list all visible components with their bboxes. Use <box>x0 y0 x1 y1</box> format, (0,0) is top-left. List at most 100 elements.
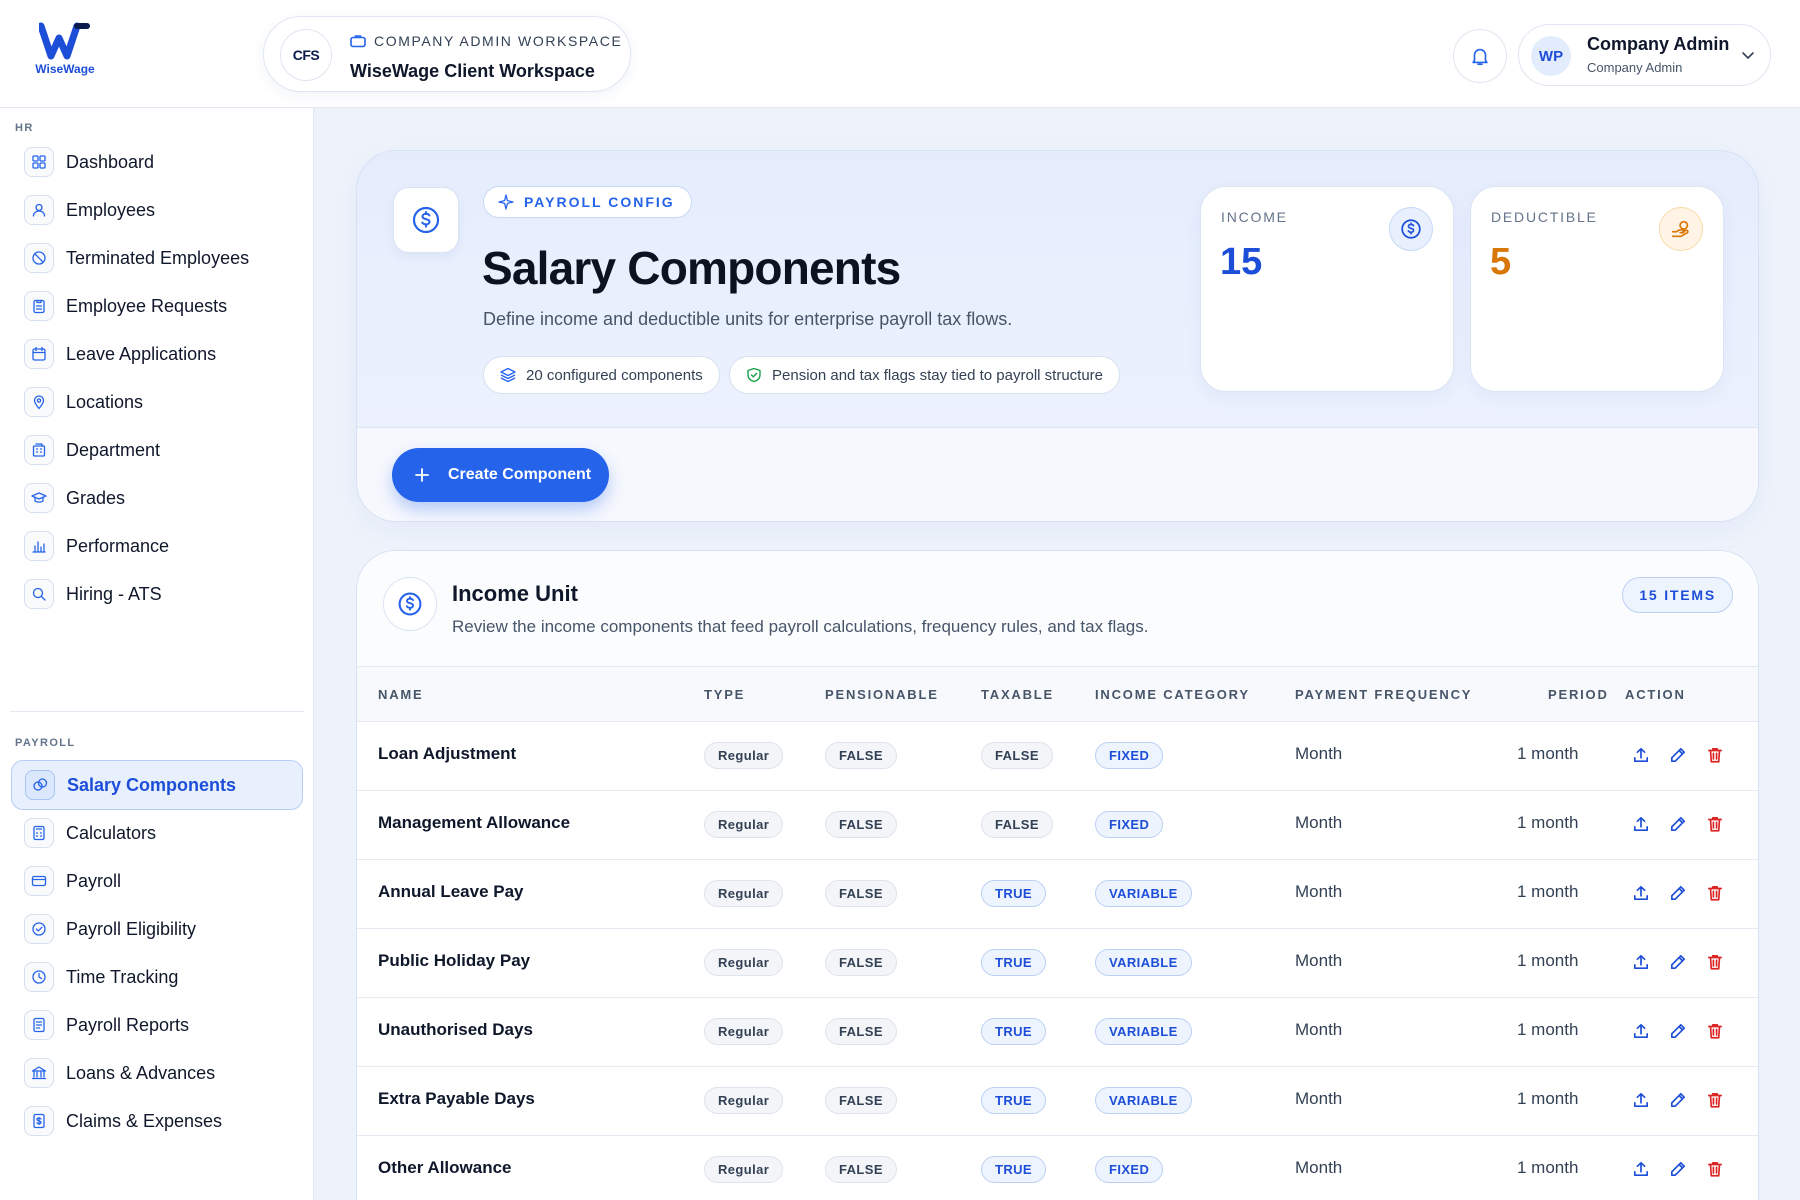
wisewage-logo[interactable]: WiseWage <box>30 22 100 86</box>
income-category-badge: FIXED <box>1095 742 1164 769</box>
delete-button[interactable] <box>1704 1020 1726 1042</box>
deductible-stat-card[interactable]: DEDUCTIBLE 5 <box>1470 186 1724 392</box>
edit-button[interactable] <box>1667 882 1689 904</box>
income-stat-card[interactable]: INCOME 15 <box>1200 186 1454 392</box>
delete-button[interactable] <box>1704 813 1726 835</box>
notifications-button[interactable] <box>1453 29 1507 83</box>
upload-button[interactable] <box>1630 813 1652 835</box>
sidebar-item-dashboard[interactable]: Dashboard <box>11 137 303 187</box>
table-row[interactable]: Other Allowance Regular FALSE TRUE FIXED Mont… <box>357 1136 1758 1200</box>
pensionable-badge: FALSE <box>825 949 897 976</box>
user-menu[interactable]: WP Company Admin Company Admin <box>1518 24 1771 86</box>
edit-button[interactable] <box>1667 1089 1689 1111</box>
delete-button[interactable] <box>1704 1089 1726 1111</box>
col-taxable[interactable]: TAXABLE <box>981 687 1054 702</box>
clipboard-icon-wrap <box>24 291 54 321</box>
sidebar-item-calculators[interactable]: Calculators <box>11 808 303 858</box>
delete-button[interactable] <box>1704 882 1726 904</box>
trash-icon <box>1707 816 1723 832</box>
upload-icon <box>1633 816 1649 832</box>
upload-button[interactable] <box>1630 951 1652 973</box>
sidebar-item-loans-and-advances[interactable]: Loans & Advances <box>11 1048 303 1098</box>
sidebar-item-payroll[interactable]: Payroll <box>11 856 303 906</box>
building-icon-wrap <box>24 435 54 465</box>
table-row[interactable]: Management Allowance Regular FALSE FALSE FIX… <box>357 791 1758 860</box>
cell-name: Management Allowance <box>378 813 571 832</box>
col-income-category[interactable]: INCOME CATEGORY <box>1095 687 1250 702</box>
cell-payment-frequency: Month <box>1295 813 1343 832</box>
delete-button[interactable] <box>1704 1158 1726 1180</box>
col-period[interactable]: PERIOD <box>1548 687 1609 702</box>
income-unit-subtitle: Review the income components that feed p… <box>452 617 1149 636</box>
upload-button[interactable] <box>1630 1089 1652 1111</box>
delete-button[interactable] <box>1704 951 1726 973</box>
edit-button[interactable] <box>1667 813 1689 835</box>
salary-components-hero: PAYROLL CONFIG Salary Components Define … <box>356 150 1759 522</box>
sidebar-item-payroll-eligibility[interactable]: Payroll Eligibility <box>11 904 303 954</box>
table-row[interactable]: Public Holiday Pay Regular FALSE TRUE VARIAB… <box>357 929 1758 998</box>
col-action: ACTION <box>1625 687 1686 702</box>
upload-button[interactable] <box>1630 744 1652 766</box>
cell-name: Annual Leave Pay <box>378 882 524 901</box>
col-name[interactable]: NAME <box>378 687 423 702</box>
sidebar-item-locations[interactable]: Locations <box>11 377 303 427</box>
sparkle-icon <box>498 194 514 210</box>
type-badge: Regular <box>704 949 784 976</box>
edit-button[interactable] <box>1667 951 1689 973</box>
col-pensionable[interactable]: PENSIONABLE <box>825 687 939 702</box>
col-payment-frequency[interactable]: PAYMENT FREQUENCY <box>1295 687 1472 702</box>
table-row[interactable]: Loan Adjustment Regular FALSE FALSE FIXED Mon… <box>357 722 1758 791</box>
sidebar-item-label: Employees <box>66 199 156 220</box>
edit-button[interactable] <box>1667 1158 1689 1180</box>
pensionable-badge: FALSE <box>825 1018 897 1045</box>
edit-button[interactable] <box>1667 1020 1689 1042</box>
sidebar-item-time-tracking[interactable]: Time Tracking <box>11 952 303 1002</box>
sidebar-item-claims-and-expenses[interactable]: Claims & Expenses <box>11 1096 303 1146</box>
sidebar-section-payroll: PAYROLL <box>15 737 76 749</box>
sidebar-item-hiring-ats[interactable]: Hiring - ATS <box>11 569 303 619</box>
col-type[interactable]: TYPE <box>704 687 745 702</box>
hero-actions-bar: Create Component <box>357 427 1758 521</box>
upload-button[interactable] <box>1630 882 1652 904</box>
user-icon-wrap <box>24 195 54 225</box>
cell-period: 1 month <box>1517 1020 1579 1039</box>
edit-button[interactable] <box>1667 744 1689 766</box>
create-component-label: Create Component <box>448 466 592 483</box>
table-row[interactable]: Unauthorised Days Regular FALSE TRUE VARIABL… <box>357 998 1758 1067</box>
table-row[interactable]: Annual Leave Pay Regular FALSE TRUE VARIABLE… <box>357 860 1758 929</box>
sidebar-item-leave-applications[interactable]: Leave Applications <box>11 329 303 379</box>
sidebar-item-grades[interactable]: Grades <box>11 473 303 523</box>
workspace-switcher[interactable]: CFS COMPANY ADMIN WORKSPACE WiseWage Cli… <box>263 16 631 92</box>
receipt-icon-wrap <box>24 1106 54 1136</box>
table-header: NAME TYPE PENSIONABLE TAXABLE INCOME CAT… <box>357 667 1758 722</box>
pensionable-badge: FALSE <box>825 1156 897 1183</box>
table-row[interactable]: Extra Payable Days Regular FALSE TRUE VARIAB… <box>357 1067 1758 1136</box>
sidebar-item-employee-requests[interactable]: Employee Requests <box>11 281 303 331</box>
delete-button[interactable] <box>1704 744 1726 766</box>
cell-period: 1 month <box>1517 744 1579 763</box>
sidebar-item-label: Leave Applications <box>66 343 217 364</box>
sidebar-item-performance[interactable]: Performance <box>11 521 303 571</box>
calculator-icon <box>33 825 45 841</box>
upload-button[interactable] <box>1630 1020 1652 1042</box>
page-subtitle: Define income and deductible units for e… <box>483 309 1013 329</box>
hero-dollar-icon <box>393 187 459 253</box>
sidebar-item-terminated-employees[interactable]: Terminated Employees <box>11 233 303 283</box>
sidebar-item-label: Terminated Employees <box>66 247 250 268</box>
sidebar-item-department[interactable]: Department <box>11 425 303 475</box>
components-count-text: 20 configured components <box>526 366 703 384</box>
sidebar-item-payroll-reports[interactable]: Payroll Reports <box>11 1000 303 1050</box>
income-stat-label: INCOME <box>1221 209 1288 225</box>
sidebar-section-hr: HR <box>15 122 34 134</box>
sidebar-item-employees[interactable]: Employees <box>11 185 303 235</box>
upload-button[interactable] <box>1630 1158 1652 1180</box>
user-off-icon <box>32 251 46 265</box>
logo-text: WiseWage <box>35 62 95 76</box>
report-icon-wrap <box>24 1010 54 1040</box>
bell-icon <box>1472 48 1488 66</box>
sidebar-item-salary-components[interactable]: Salary Components <box>11 760 303 810</box>
upload-icon <box>1633 1023 1649 1039</box>
sidebar-item-label: Payroll Reports <box>66 1014 190 1035</box>
create-component-button[interactable]: Create Component <box>392 448 609 502</box>
sidebar-item-label: Dashboard <box>66 151 155 172</box>
